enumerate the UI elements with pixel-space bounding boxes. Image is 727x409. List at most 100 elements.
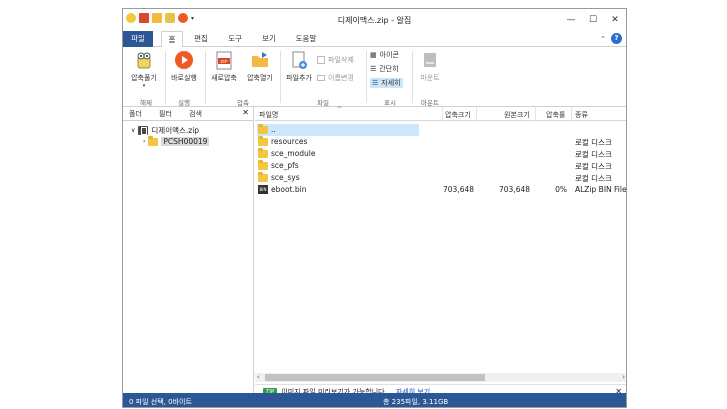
- close-pane-button[interactable]: ✕: [242, 108, 249, 117]
- extract-dropdown-icon[interactable]: ▾: [127, 83, 161, 89]
- file-name: sce_module: [271, 149, 316, 158]
- title-bar: ▾ 디제이맥스.zip - 알집 — ☐ ✕: [123, 9, 626, 31]
- view-simple-button[interactable]: ☰ 간단히: [370, 64, 399, 74]
- file-type: ALZip BIN File: [575, 185, 627, 194]
- folder-icon: [258, 159, 268, 170]
- folder-pane: 폴더 필터 검색 ✕ ∨ 디제이맥스.zip › PCSH00019: [123, 107, 254, 393]
- open-folder-icon: [250, 50, 270, 70]
- file-name-cell: ..: [258, 123, 276, 134]
- column-divider[interactable]: [535, 107, 536, 121]
- run-button[interactable]: 바로실행: [167, 50, 201, 83]
- table-row[interactable]: sce_module 로컬 디스크: [255, 147, 626, 160]
- scroll-left-icon[interactable]: ‹: [257, 373, 260, 381]
- collapse-ribbon-icon[interactable]: ⌃: [600, 35, 606, 43]
- add-file-icon: [289, 50, 309, 70]
- mount-button[interactable]: 마운트: [414, 50, 446, 83]
- file-type: 로컬 디스크: [575, 174, 612, 183]
- extract-button[interactable]: 압축풀기 ▾: [127, 50, 161, 89]
- extract-label: 압축풀기: [131, 74, 157, 82]
- column-header-packed-size[interactable]: 압축크기: [445, 110, 471, 120]
- scrollbar-thumb[interactable]: [265, 374, 485, 381]
- delete-file-label: 파일삭제: [328, 56, 354, 64]
- run-label: 바로실행: [171, 74, 197, 82]
- minimize-button[interactable]: —: [560, 9, 582, 31]
- tab-tools[interactable]: 도구: [223, 31, 247, 47]
- group-label-mount: 마운트: [421, 99, 439, 107]
- maximize-button[interactable]: ☐: [582, 9, 604, 31]
- view-icons-button[interactable]: ▦ 아이콘: [370, 50, 399, 60]
- rename-icon: [317, 75, 325, 81]
- horizontal-scrollbar[interactable]: ‹ ›: [255, 373, 626, 382]
- open-archive-label: 압축열기: [247, 74, 273, 82]
- group-label-run: 실행: [178, 99, 190, 107]
- svg-text:ZIP: ZIP: [220, 59, 227, 64]
- ribbon: 압축풀기 ▾ 해제 바로실행 실행 ZIP 새로압축 압축열기 압축 파일추가 …: [123, 47, 626, 107]
- file-name-cell: BIN eboot.bin: [258, 185, 306, 194]
- original-size: 703,648: [499, 185, 531, 194]
- tab-home[interactable]: 홈: [161, 31, 183, 48]
- help-icon[interactable]: ?: [611, 33, 622, 44]
- tree-item-label: PCSH00019: [161, 137, 210, 146]
- column-divider[interactable]: [571, 107, 572, 121]
- new-archive-button[interactable]: ZIP 새로압축: [207, 50, 241, 83]
- view-detail-label: 자세히: [381, 79, 401, 87]
- table-row[interactable]: sce_pfs 로컬 디스크: [255, 159, 626, 172]
- grid-icon: ▦: [370, 51, 377, 59]
- file-name-cell: sce_sys: [258, 171, 300, 182]
- file-name-cell: resources: [258, 135, 307, 146]
- collapse-icon[interactable]: ∨: [131, 127, 135, 134]
- detail-list-icon: ☰: [372, 79, 379, 87]
- status-bar: 0 파일 선택, 0바이트 총 235파일, 3.11GB: [123, 393, 626, 407]
- tab-folder[interactable]: 폴더: [129, 109, 142, 119]
- expand-icon[interactable]: ›: [143, 138, 145, 145]
- table-row[interactable]: resources 로컬 디스크: [255, 135, 626, 148]
- bin-file-icon: BIN: [258, 185, 268, 194]
- tab-help[interactable]: 도움말: [291, 31, 321, 47]
- tab-file[interactable]: 파일: [123, 31, 153, 47]
- file-name-cell: sce_pfs: [258, 159, 299, 170]
- tab-edit[interactable]: 편집: [189, 31, 213, 47]
- tab-search[interactable]: 검색: [189, 109, 202, 119]
- file-name: sce_sys: [271, 173, 300, 182]
- ribbon-separator: [412, 51, 413, 103]
- column-header-name[interactable]: 파일명: [259, 110, 278, 120]
- ribbon-separator: [205, 51, 206, 103]
- column-header-type[interactable]: 종류: [575, 110, 588, 120]
- scroll-right-icon[interactable]: ›: [622, 373, 625, 381]
- view-detail-button[interactable]: ☰ 자세히: [370, 78, 403, 88]
- add-file-button[interactable]: 파일추가: [282, 50, 316, 83]
- column-divider[interactable]: [442, 107, 443, 121]
- drive-icon: [420, 50, 440, 70]
- zip-archive-icon: ZIP: [214, 50, 234, 70]
- play-icon: [174, 50, 194, 70]
- group-label-view: 표시: [384, 99, 396, 107]
- delete-file-button[interactable]: 파일삭제: [317, 55, 354, 65]
- tree-root[interactable]: ∨ 디제이맥스.zip: [131, 125, 199, 136]
- tab-view[interactable]: 보기: [257, 31, 281, 47]
- close-button[interactable]: ✕: [604, 9, 626, 31]
- file-type: 로컬 디스크: [575, 162, 612, 171]
- open-archive-button[interactable]: 압축열기: [243, 50, 277, 83]
- file-type: 로컬 디스크: [575, 138, 612, 147]
- column-header-original-size[interactable]: 원본크기: [504, 110, 530, 120]
- file-name: sce_pfs: [271, 161, 299, 170]
- rename-button[interactable]: 이름변경: [317, 73, 354, 83]
- window-controls: — ☐ ✕: [560, 9, 626, 31]
- zip-file-icon: [138, 126, 149, 135]
- status-selection: 0 파일 선택, 0바이트: [129, 398, 192, 406]
- column-divider[interactable]: [476, 107, 477, 121]
- view-icons-label: 아이콘: [379, 51, 399, 59]
- ribbon-separator: [366, 51, 367, 103]
- folder-icon: [258, 171, 268, 182]
- view-simple-label: 간단히: [379, 65, 399, 73]
- folder-icon: [258, 147, 268, 158]
- ribbon-right-controls: ⌃ ?: [600, 33, 622, 44]
- table-row[interactable]: ..: [255, 123, 626, 136]
- table-row[interactable]: sce_sys 로컬 디스크: [255, 171, 626, 184]
- table-row[interactable]: BIN eboot.bin 703,648 703,648 0% ALZip BI…: [255, 184, 627, 196]
- file-list-pane: ^ 파일명 압축크기 원본크기 압축률 종류 .. resources 로컬 디…: [255, 106, 627, 396]
- list-icon: ☰: [370, 65, 377, 73]
- tree-item-pcsh00019[interactable]: › PCSH00019: [143, 135, 210, 146]
- tab-filter[interactable]: 필터: [159, 109, 172, 119]
- column-header-ratio[interactable]: 압축률: [546, 110, 565, 120]
